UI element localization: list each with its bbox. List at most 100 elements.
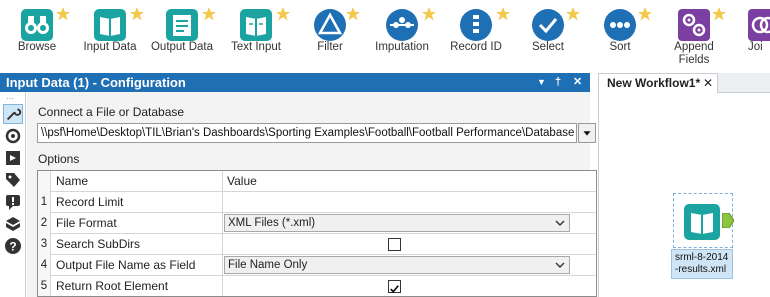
connect-label: Connect a File or Database	[38, 105, 185, 119]
favorite-star-icon	[496, 7, 510, 21]
favorite-star-icon	[202, 7, 216, 21]
favorite-star-icon	[422, 7, 436, 21]
checkmark-icon	[390, 285, 399, 293]
favorite-star-icon	[566, 7, 580, 21]
properties-gear-icon[interactable]	[3, 126, 23, 146]
tool-label: Output Data	[150, 41, 213, 53]
tool-output-data[interactable]: Output Data	[151, 7, 216, 70]
svg-text:?: ?	[9, 240, 16, 254]
output-file-name-value: File Name Only	[228, 259, 308, 271]
config-title-bar: Input Data (1) - Configuration ▼ † ✕	[0, 73, 590, 92]
table-row[interactable]: 3 Search SubDirs	[38, 234, 596, 255]
column-header-name: Name	[52, 171, 223, 192]
tool-label: Imputation	[375, 41, 429, 53]
favorite-star-icon	[276, 7, 290, 21]
favorite-star-icon	[638, 7, 652, 21]
tab-close-icon[interactable]: ✕	[703, 74, 713, 92]
tag-icon[interactable]	[3, 170, 23, 190]
option-value: XML Files (*.xml)	[223, 213, 596, 234]
tool-label: Select	[532, 41, 564, 53]
tool-label: Record ID	[450, 41, 502, 53]
tool-text-input[interactable]: Text Input	[231, 7, 290, 70]
tool-join[interactable]: Joi	[744, 8, 770, 70]
node-annotation: srml-8-2014-results.xml	[671, 249, 733, 279]
grid-header: Name Value	[38, 171, 596, 192]
tool-filter[interactable]: Filter	[310, 7, 360, 70]
grip-icon: ⋯	[6, 94, 15, 103]
row-number: 5	[38, 276, 51, 296]
row-number: 4	[38, 255, 51, 276]
filter-triangle-icon	[314, 9, 346, 41]
favorite-star-icon	[346, 7, 360, 21]
table-row[interactable]: 1 Record Limit	[38, 192, 596, 213]
close-icon[interactable]: ✕	[573, 73, 582, 92]
file-format-select[interactable]: XML Files (*.xml)	[224, 214, 570, 232]
option-value	[223, 276, 596, 296]
sort-dots-icon	[604, 9, 636, 41]
table-row[interactable]: 5 Return Root Element	[38, 276, 596, 296]
options-grid: Name Value 1 Record Limit 2 File Format …	[37, 170, 597, 297]
tab-new-workflow[interactable]: New Workflow1* ✕	[598, 73, 718, 93]
text-input-book-icon	[240, 9, 272, 41]
workflow-tab-label: New Workflow1*	[607, 76, 701, 90]
option-name: Record Limit	[52, 192, 223, 213]
return-root-element-checkbox[interactable]	[388, 280, 401, 293]
option-name: Output File Name as Field	[52, 255, 223, 276]
option-name: File Format	[52, 213, 223, 234]
table-row[interactable]: 2 File Format XML Files (*.xml)	[38, 213, 596, 234]
record-limit-input[interactable]	[223, 192, 596, 213]
browse-binoculars-icon	[21, 9, 53, 41]
tool-record-id[interactable]: Record ID	[450, 7, 510, 70]
option-value	[223, 234, 596, 255]
workflow-tab-bar: New Workflow1* ✕	[598, 73, 770, 93]
record-id-icon	[460, 9, 492, 41]
tool-label: Append Fields	[674, 41, 714, 66]
option-name: Return Root Element	[52, 276, 223, 296]
configuration-wrench-icon[interactable]	[3, 104, 23, 124]
join-icon	[748, 9, 770, 41]
tool-input-data[interactable]: Input Data	[83, 7, 144, 70]
config-title: Input Data (1) - Configuration	[6, 75, 186, 90]
favorite-star-icon	[56, 7, 70, 21]
panel-menu-icon[interactable]: ▼	[537, 73, 546, 92]
tool-imputation[interactable]: Imputation	[375, 7, 436, 70]
tool-palette: Browse Input Data Output Data Text Input…	[0, 0, 770, 73]
connection-arrow-icon[interactable]	[3, 148, 23, 168]
config-panel: Connect a File or Database \\psf\Home\De…	[27, 92, 597, 297]
input-data-node-icon[interactable]	[683, 203, 721, 241]
options-label: Options	[38, 152, 80, 166]
tool-append-fields[interactable]: Append Fields	[674, 7, 726, 70]
chevron-down-icon	[555, 262, 565, 268]
imputation-icon	[386, 9, 418, 41]
append-fields-gear-icon	[678, 9, 710, 41]
config-sidebar: ⋯ ?	[0, 92, 26, 297]
output-connector-icon[interactable]	[722, 213, 734, 228]
pin-icon[interactable]: †	[555, 73, 561, 92]
favorite-star-icon	[712, 7, 726, 21]
option-name: Search SubDirs	[52, 234, 223, 255]
path-dropdown-button[interactable]	[578, 123, 596, 143]
tool-select[interactable]: Select	[528, 7, 580, 70]
tool-label: Filter	[317, 41, 343, 53]
option-value: File Name Only	[223, 255, 596, 276]
select-check-icon	[532, 9, 564, 41]
file-path-input[interactable]: \\psf\Home\Desktop\TIL\Brian's Dashboard…	[37, 123, 577, 143]
layers-cube-icon[interactable]	[3, 214, 23, 234]
table-row[interactable]: 4 Output File Name as Field File Name On…	[38, 255, 596, 276]
input-book-icon	[94, 9, 126, 41]
help-question-icon[interactable]: ?	[3, 236, 23, 256]
output-book-icon	[166, 9, 198, 41]
output-file-name-select[interactable]: File Name Only	[224, 256, 570, 274]
tool-browse[interactable]: Browse	[16, 7, 70, 70]
column-header-value: Value	[227, 174, 257, 188]
row-number: 3	[38, 234, 51, 255]
favorite-star-icon	[130, 7, 144, 21]
row-number-header	[38, 171, 51, 192]
tool-label: Sort	[609, 41, 631, 53]
annotation-alert-icon[interactable]	[3, 192, 23, 212]
tool-label: Joi	[748, 41, 763, 53]
chevron-down-icon	[555, 220, 565, 226]
tool-sort[interactable]: Sort	[602, 7, 652, 70]
row-number: 1	[38, 192, 51, 213]
search-subdirs-checkbox[interactable]	[388, 238, 401, 251]
